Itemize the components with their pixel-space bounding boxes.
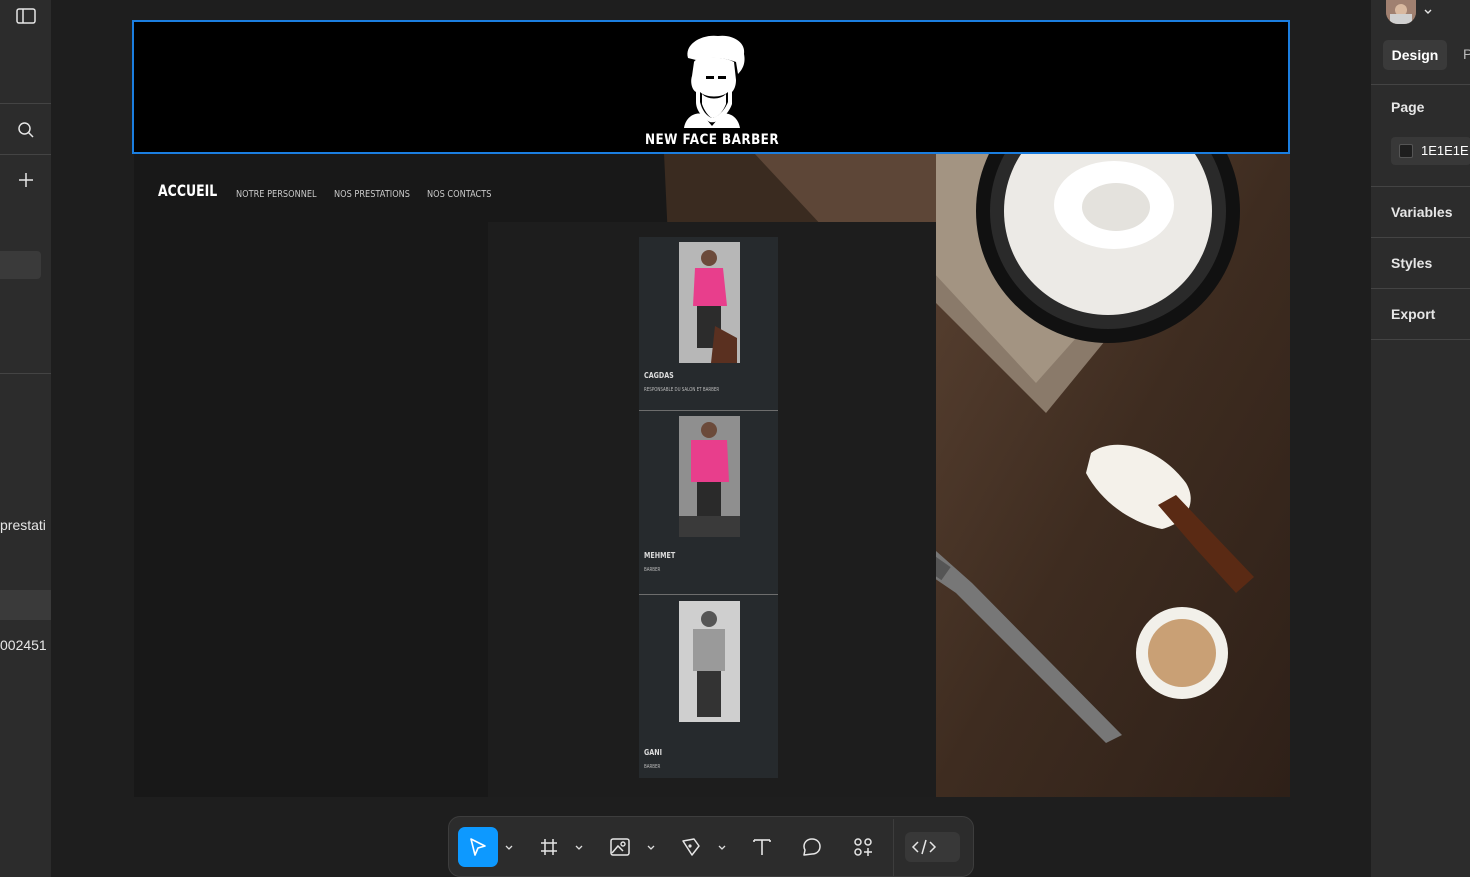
page-color-field[interactable]: 1E1E1E [1391,137,1470,165]
plus-icon[interactable] [8,164,44,196]
staff-photo [679,242,740,363]
dev-mode-toggle[interactable] [905,832,960,862]
canvas[interactable]: NEW FACE BARBER ACCUEIL NOTRE PERSONNEL … [52,0,1370,877]
staff-list: CAGDAS RESPONSABLE DU SALON ET BARBER ME… [639,237,778,778]
page-section: Page [1371,84,1470,187]
properties-panel: Design P Page 1E1E1E Variables Styles Ex… [1370,0,1470,877]
frame-tool[interactable] [529,827,569,867]
nav-item-prestations[interactable]: NOS PRESTATIONS [334,189,410,200]
nav-item-accueil[interactable]: ACCUEIL [158,181,217,200]
chevron-down-icon[interactable] [646,843,656,853]
panel-toggle-icon[interactable] [8,0,44,32]
site-nav: ACCUEIL NOTRE PERSONNEL NOS PRESTATIONS … [158,181,492,200]
export-section[interactable]: Export [1371,289,1470,340]
variables-section[interactable]: Variables [1371,187,1470,238]
avatar[interactable] [1386,0,1416,24]
staff-card[interactable]: MEHMET BARBER [639,411,778,595]
site-header[interactable]: NEW FACE BARBER [134,22,1290,153]
left-sidebar: prestati 002451 1 [0,0,52,877]
tab-design[interactable]: Design [1383,40,1447,70]
staff-name: CAGDAS [644,371,674,380]
hero-section[interactable]: ACCUEIL NOTRE PERSONNEL NOS PRESTATIONS … [134,153,1290,797]
variables-label: Variables [1391,204,1453,220]
tab-prototype[interactable]: P [1463,46,1470,62]
staff-role: BARBER [644,567,661,573]
text-tool[interactable] [742,827,782,867]
nav-item-personnel[interactable]: NOTRE PERSONNEL [236,189,317,200]
move-tool[interactable] [458,827,498,867]
nav-item-contacts[interactable]: NOS CONTACTS [427,189,491,200]
staff-card[interactable]: GANI BARBER [639,595,778,778]
staff-card[interactable]: CAGDAS RESPONSABLE DU SALON ET BARBER [639,237,778,411]
toolbar-divider [893,819,894,876]
export-label: Export [1391,306,1436,322]
barber-products-photo [936,153,1254,743]
color-swatch[interactable] [1399,144,1413,158]
chevron-down-icon[interactable] [717,843,727,853]
sidebar-page-item[interactable] [0,251,41,279]
sidebar-divider [0,154,51,155]
staff-photo [679,601,740,722]
comment-tool[interactable] [792,827,832,867]
components-icon [854,838,872,856]
page-color-value[interactable]: 1E1E1E [1421,143,1469,158]
image-icon [610,838,630,856]
components-tool[interactable] [843,827,883,867]
sidebar-divider [0,103,51,104]
brand-name: NEW FACE BARBER [644,132,780,148]
frame-icon [541,839,557,855]
chevron-down-icon[interactable] [1423,4,1433,22]
styles-label: Styles [1391,255,1433,271]
page-label: Page [1391,99,1425,115]
staff-role: RESPONSABLE DU SALON ET BARBER [644,387,720,393]
staff-name: MEHMET [644,551,676,560]
staff-name: GANI [644,748,662,757]
layer-item-label[interactable]: prestati [0,517,46,533]
figma-window: prestati 002451 1 NEW FACE BARBER [0,0,1470,877]
barber-logo-icon [684,35,745,128]
bottom-toolbar [448,816,974,877]
pen-icon [682,838,700,856]
website-frame[interactable]: NEW FACE BARBER ACCUEIL NOTRE PERSONNEL … [134,22,1290,797]
sidebar-divider [0,373,51,374]
staff-photo [679,416,740,537]
code-icon [911,839,937,855]
layer-item-selected[interactable] [0,590,51,620]
staff-role: BARBER [644,764,661,770]
styles-section[interactable]: Styles [1371,238,1470,289]
comment-icon [803,838,821,856]
search-icon[interactable] [8,114,44,146]
chevron-down-icon[interactable] [504,843,514,853]
cursor-icon [470,838,486,856]
image-tool[interactable] [600,827,640,867]
text-icon [753,839,771,855]
pen-tool[interactable] [671,827,711,867]
layer-item-label[interactable]: 002451 1 [0,637,51,653]
chevron-down-icon[interactable] [574,843,584,853]
